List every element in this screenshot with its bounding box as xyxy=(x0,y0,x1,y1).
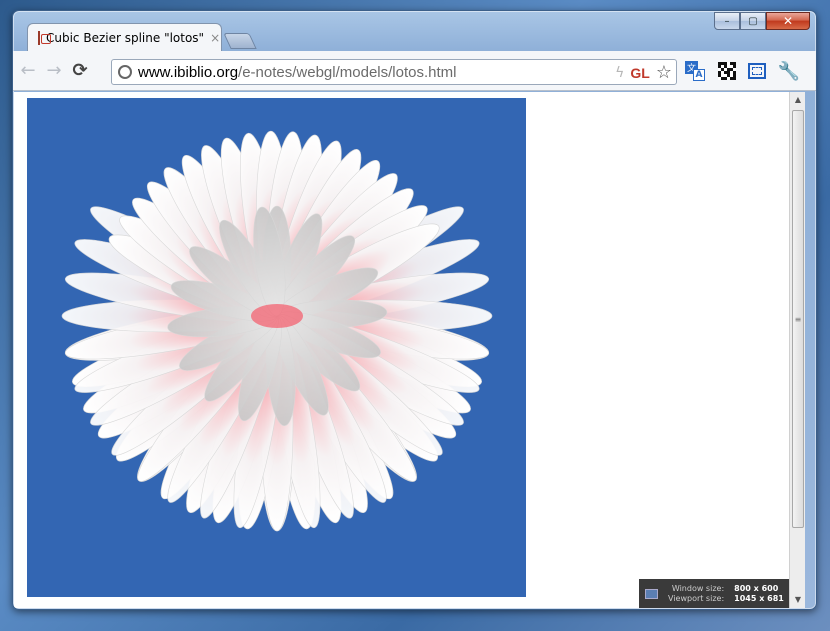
webgl-favicon-icon xyxy=(38,30,51,45)
qr-code-icon xyxy=(718,62,736,80)
window-size-label: Window size: xyxy=(671,583,725,593)
tab-lotos[interactable]: Cubic Bezier spline "lotos" × xyxy=(27,23,222,51)
address-bar[interactable]: www.ibiblio.org/e-notes/webgl/models/lot… xyxy=(111,59,677,85)
new-tab-button[interactable] xyxy=(223,33,257,49)
omnibox-actions: ϟ GL ☆ xyxy=(615,62,672,83)
webgl-canvas[interactable] xyxy=(27,98,526,597)
translate-glyph-a: A xyxy=(693,69,705,81)
scroll-thumb[interactable]: ≡ xyxy=(792,110,804,528)
url-text[interactable]: www.ibiblio.org/e-notes/webgl/models/lot… xyxy=(138,64,456,81)
vertical-scrollbar[interactable]: ▲ ≡ ▼ xyxy=(789,92,805,608)
bookmark-star-icon[interactable]: ☆ xyxy=(656,62,672,83)
qr-code-extension-icon[interactable] xyxy=(717,61,737,81)
gl-badge[interactable]: GL xyxy=(630,65,649,81)
tab-strip: Cubic Bezier spline "lotos" × xyxy=(13,11,816,51)
scroll-up-arrow[interactable]: ▲ xyxy=(790,92,806,108)
scroll-down-arrow[interactable]: ▼ xyxy=(790,592,806,608)
viewport-size-value: 1045 x 681 xyxy=(734,593,784,603)
toolbar: ← → ⟳ www.ibiblio.org/e-notes/webgl/mode… xyxy=(13,51,816,91)
fullscreen-extension-icon[interactable] xyxy=(747,61,767,81)
forward-button[interactable]: → xyxy=(43,60,65,82)
window-resizer-overlay: Window size: 800 x 600 Viewport size: 10… xyxy=(639,579,789,608)
window-size-value: 800 x 600 xyxy=(734,583,779,593)
wrench-menu-icon[interactable]: 🔧 xyxy=(778,61,800,82)
back-button[interactable]: ← xyxy=(17,60,39,82)
lotos-core xyxy=(251,304,303,328)
url-path: /e-notes/webgl/models/lotos.html xyxy=(238,63,457,81)
monitor-icon xyxy=(645,588,658,599)
lotos-flower xyxy=(61,130,493,532)
close-button[interactable]: ✕ xyxy=(766,12,810,30)
scroll-grip-icon: ≡ xyxy=(794,314,802,324)
viewport-size-label: Viewport size: xyxy=(668,593,725,603)
bolt-icon: ϟ xyxy=(615,64,625,81)
translate-extension-icon[interactable]: 文 A xyxy=(685,61,705,81)
maximize-button[interactable]: ▢ xyxy=(740,12,766,30)
page-content xyxy=(14,92,789,608)
screen-icon xyxy=(748,63,766,79)
reload-button[interactable]: ⟳ xyxy=(69,60,91,82)
globe-icon xyxy=(118,65,132,79)
tab-close-icon[interactable]: × xyxy=(210,31,220,45)
tab-title: Cubic Bezier spline "lotos" xyxy=(46,30,205,45)
window-controls: – ▢ ✕ xyxy=(714,12,810,30)
browser-window: Cubic Bezier spline "lotos" × – ▢ ✕ ← → … xyxy=(12,10,817,610)
url-host: www.ibiblio.org xyxy=(138,63,239,81)
minimize-button[interactable]: – xyxy=(714,12,740,30)
